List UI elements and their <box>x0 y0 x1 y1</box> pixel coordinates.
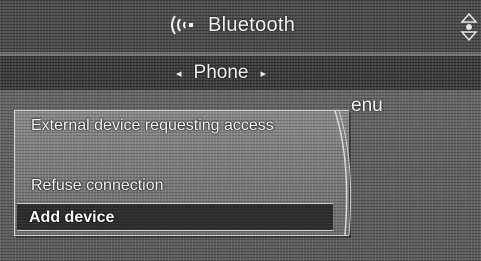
dialog-message: External device requesting access <box>31 117 274 134</box>
screen: Bluetooth ◂ Phone ▸ enu External device … <box>0 0 481 261</box>
add-device-option[interactable]: Add device <box>17 203 333 231</box>
scroll-arrows-icon[interactable] <box>459 12 479 42</box>
category-bar: ◂ Phone ▸ <box>0 56 481 90</box>
category-label: Phone <box>193 62 249 83</box>
refuse-connection-option[interactable]: Refuse connection <box>31 177 164 195</box>
title-group: Bluetooth <box>168 12 295 38</box>
dialog-scroll-edge <box>334 111 352 235</box>
access-request-dialog: External device requesting access Refuse… <box>14 110 352 236</box>
category-switcher: ◂ Phone ▸ <box>176 60 266 86</box>
previous-category-icon[interactable]: ◂ <box>176 67 182 80</box>
bluetooth-signal-icon <box>168 13 202 37</box>
title-bar: Bluetooth <box>0 0 481 52</box>
background-menu-text: enu <box>351 95 383 116</box>
page-title: Bluetooth <box>208 13 296 36</box>
next-category-icon[interactable]: ▸ <box>260 67 266 80</box>
